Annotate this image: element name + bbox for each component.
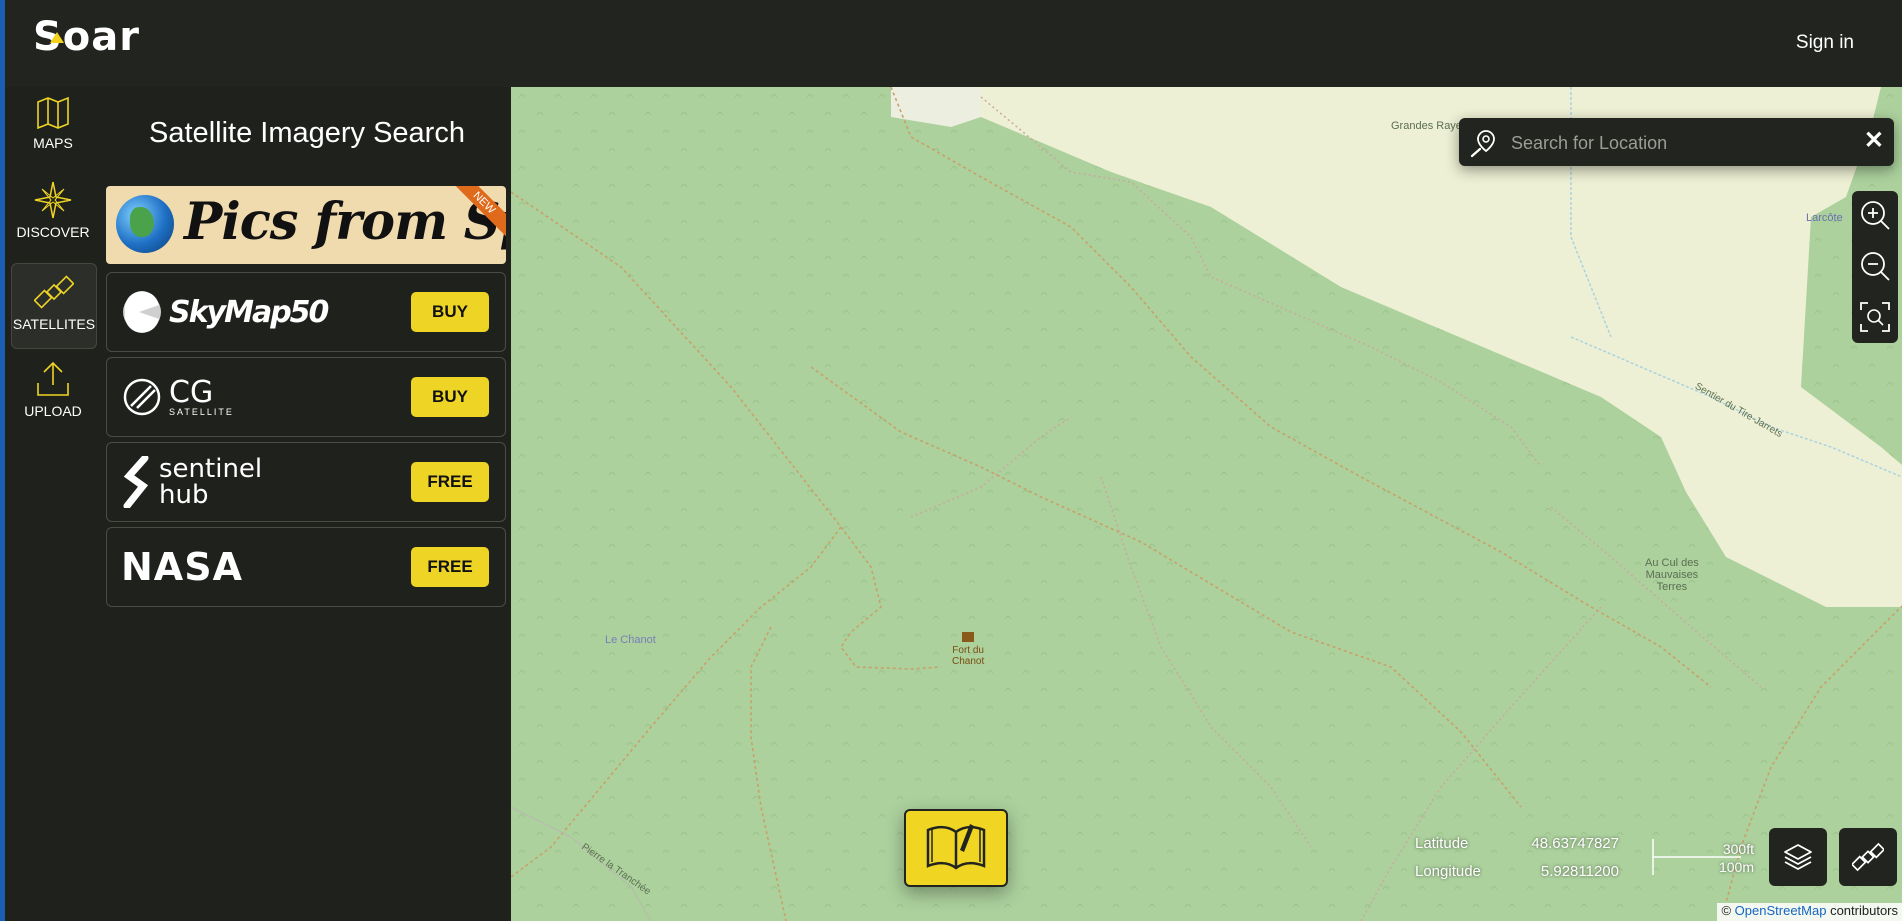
story-maps-button[interactable] (904, 809, 1008, 887)
scale-bar: 300ft 100m (1651, 839, 1756, 879)
map-base-layer (511, 87, 1902, 921)
poi-label: Fort du (952, 645, 984, 656)
provider-sentinel-hub[interactable]: sentinel hub FREE (106, 442, 506, 522)
satellite-icon (34, 275, 74, 309)
compass-star-icon (34, 181, 72, 219)
zoom-controls (1852, 191, 1898, 343)
panel-title: Satellite Imagery Search (149, 117, 465, 149)
banner-text: Pics from Space (184, 192, 506, 252)
longitude-label: Longitude (1415, 863, 1481, 880)
nav-item-discover[interactable]: DISCOVER (11, 172, 95, 256)
nav-item-maps[interactable]: MAPS (11, 87, 95, 171)
satellite-overlay-button[interactable] (1839, 828, 1897, 886)
place-label-line: Au Cul des (1645, 557, 1699, 569)
skymap50-sphere-icon (123, 291, 161, 333)
nasa-logo: NASA (121, 542, 243, 592)
nav-label-maps: MAPS (33, 135, 73, 151)
nav-label-upload: UPLOAD (24, 403, 82, 419)
cg-swirl-icon (123, 378, 161, 416)
buy-button[interactable]: BUY (411, 377, 489, 417)
logo-triangle-icon (50, 32, 64, 43)
free-button[interactable]: FREE (411, 547, 489, 587)
scale-metric: 100m (1718, 859, 1754, 875)
sentinel-s-icon (123, 456, 149, 508)
pics-from-space-banner[interactable]: Pics from Space NEW (106, 186, 506, 264)
provider-name: SkyMap50 (169, 294, 329, 330)
upload-icon (37, 361, 69, 396)
fort-du-chanot-poi[interactable]: Fort du Chanot (952, 632, 984, 667)
latitude-label: Latitude (1415, 835, 1469, 852)
provider-subname: SATELLITE (169, 406, 234, 417)
buy-button[interactable]: BUY (411, 292, 489, 332)
layers-button[interactable] (1769, 828, 1827, 886)
globe-icon (116, 195, 174, 253)
place-label: Le Chanot (605, 634, 656, 646)
clear-search-button[interactable]: ✕ (1864, 126, 1884, 155)
sentinel-hub-logo: sentinel hub (121, 454, 263, 510)
map-icon (37, 96, 69, 130)
nav-label-satellites: SATELLITES (12, 316, 96, 332)
provider-name: NASA (121, 545, 243, 589)
top-bar: Soar Sign in (5, 0, 1902, 87)
cursor-coordinates: Latitude 48.63747827 Longitude 5.92811200 (1415, 835, 1619, 891)
place-label: Larcôte (1806, 212, 1843, 224)
place-label-au-cul: Au Cul des Mauvaises Terres (1645, 557, 1699, 593)
zoom-in-icon[interactable] (1857, 197, 1893, 233)
map-canvas[interactable]: Grandes Rayes Larcôte Le Chanot Fort du … (511, 87, 1902, 921)
latitude-value: 48.63747827 (1531, 835, 1619, 852)
sign-in-link[interactable]: Sign in (1796, 32, 1854, 54)
provider-nasa[interactable]: NASA FREE (106, 527, 506, 607)
zoom-to-fit-icon[interactable] (1857, 299, 1893, 335)
nav-item-satellites[interactable]: SATELLITES (11, 263, 97, 349)
location-pin-icon (1470, 130, 1495, 158)
cg-satellite-logo: CG SATELLITE (121, 372, 234, 422)
provider-name: CG (169, 374, 214, 410)
location-search-bar: ✕ (1459, 118, 1894, 166)
provider-subname: hub (159, 480, 209, 510)
fort-icon (962, 632, 975, 642)
scale-imperial: 300ft (1722, 841, 1754, 857)
copyright-symbol: © (1721, 903, 1732, 918)
left-nav: MAPS DISCOVER SATELLITES UPLOAD (5, 87, 103, 921)
poi-label: Chanot (952, 656, 985, 667)
provider-cg-satellite[interactable]: CG SATELLITE BUY (106, 357, 506, 437)
place-label: Grandes Rayes (1391, 120, 1468, 132)
place-label-line: Mauvaises (1645, 569, 1699, 581)
free-button[interactable]: FREE (411, 462, 489, 502)
attribution-suffix: contributors (1830, 903, 1898, 918)
satellite-search-panel: Satellite Imagery Search Pics from Space… (103, 87, 511, 921)
provider-skymap50[interactable]: SkyMap50 BUY (106, 272, 506, 352)
layers-icon (1784, 844, 1812, 870)
zoom-out-icon[interactable] (1857, 248, 1893, 284)
location-search-input[interactable] (1509, 127, 1853, 159)
longitude-value: 5.92811200 (1540, 863, 1619, 880)
map-attribution: © OpenStreetMap contributors (1717, 903, 1902, 921)
open-book-pen-icon (926, 824, 986, 870)
provider-name: sentinel (159, 454, 263, 484)
skymap50-logo: SkyMap50 (121, 287, 329, 337)
nav-label-discover: DISCOVER (16, 224, 90, 240)
satellite-icon (1852, 842, 1884, 872)
place-label-line: Terres (1656, 581, 1688, 593)
openstreetmap-link[interactable]: OpenStreetMap (1735, 903, 1827, 918)
nav-item-upload[interactable]: UPLOAD (11, 351, 95, 435)
